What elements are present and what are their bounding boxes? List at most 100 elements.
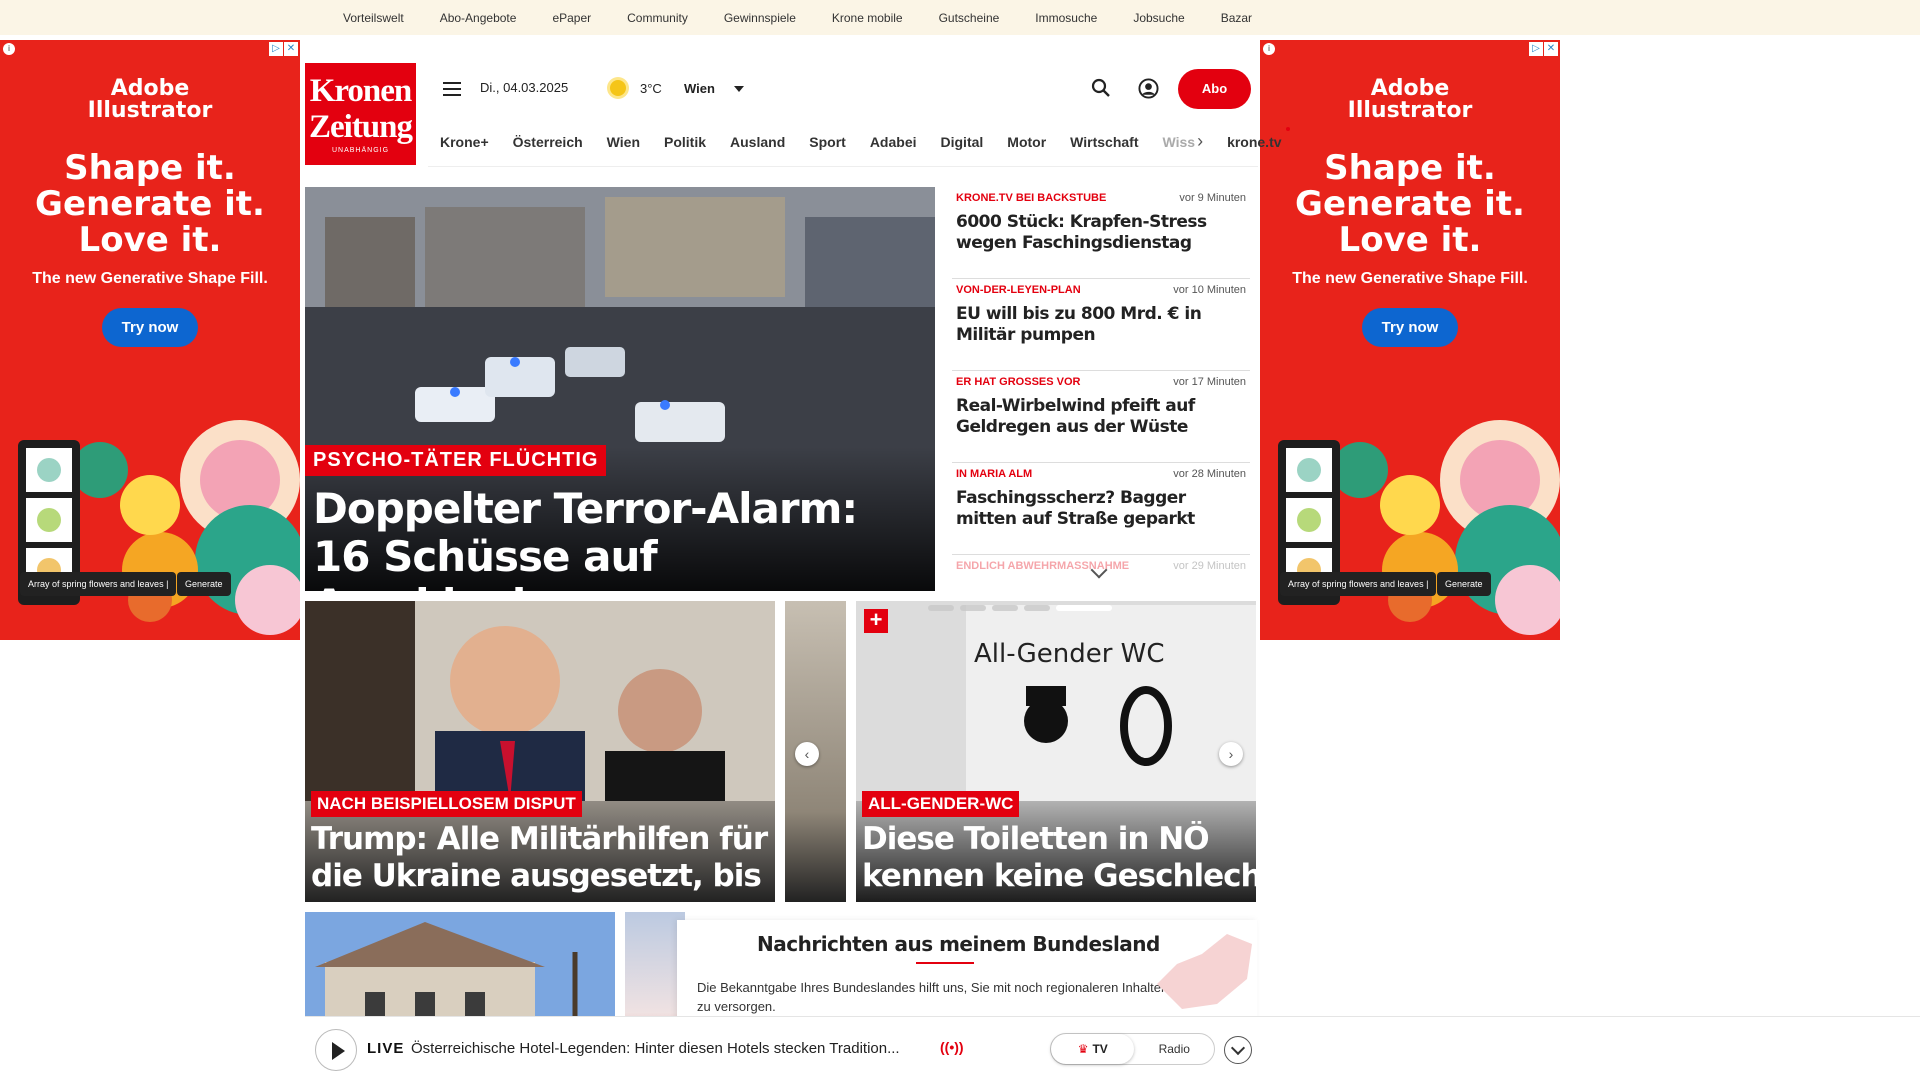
nav-item-krone-tv[interactable]: krone.tv [1227,126,1291,150]
krone-plus-badge: + [864,609,888,633]
ad-info-icon[interactable]: i [3,43,15,55]
ad-headline: Shape it. Generate it. Love it. [1295,148,1525,260]
card-kicker: ALL-GENDER-WC [862,791,1020,817]
card-kicker: NACH BEISPIELLOSEM DISPUT [311,791,582,817]
ad-close-icon[interactable]: ✕ [1544,42,1558,56]
adchoices[interactable]: ▷ ✕ [269,42,298,56]
topbar-link-abo-angebote[interactable]: Abo-Angebote [440,11,517,25]
topbar-link-krone-mobile[interactable]: Krone mobile [832,11,903,25]
nav-item-digital[interactable]: Digital [941,134,984,150]
topbar-link-jobsuche[interactable]: Jobsuche [1133,11,1184,25]
latest-news-list: KRONE.TV BEI BACKSTUBE vor 9 Minuten 6000… [952,187,1250,587]
hamburger-menu-icon[interactable] [443,82,461,96]
ad-info-icon[interactable]: i [1263,43,1275,55]
ad-try-now-button[interactable]: Try now [1361,308,1459,347]
adchoices-icon[interactable]: ▷ [269,42,283,56]
sun-weather-icon [610,80,626,96]
nav-item-krone-plus[interactable]: Krone+ [440,134,489,150]
list-item[interactable]: KRONE.TV BEI BACKSTUBE vor 9 Minuten 6000… [952,187,1250,279]
topbar-link-gutscheine[interactable]: Gutscheine [939,11,1000,25]
carousel-dot-active[interactable] [1056,605,1112,611]
play-icon[interactable] [315,1029,357,1071]
carousel-card-trump[interactable]: NACH BEISPIELLOSEM DISPUT Trump: Alle Mi… [305,601,775,902]
radio-option[interactable]: Radio [1134,1034,1214,1064]
hero-article[interactable]: PSYCHO-TÄTER FLÜCHTIG Doppelter Terror-A… [305,187,935,591]
adchoices-icon[interactable]: ▷ [1529,42,1543,56]
list-item[interactable]: VON-DER-LEYEN-PLAN vor 10 Minuten EU will… [952,279,1250,371]
carousel-dot[interactable] [928,605,954,611]
card-image [305,601,775,801]
list-item-title[interactable]: 6000 Stück: Krapfen-Stress wegen Faschin… [956,212,1246,254]
nav-item-politik[interactable]: Politik [664,134,706,150]
card-image [856,601,1256,801]
kronen-zeitung-logo[interactable]: Kronen Zeitung UNABHÄNGIG [305,63,416,165]
wc-sign-text: All-Gender WC [974,639,1165,669]
nav-item-motor[interactable]: Motor [1007,134,1046,150]
crown-icon: ♛ [1077,1042,1089,1056]
list-item-title[interactable]: Real-Wirbelwind pfeift auf Geldregen aus… [956,396,1246,438]
ad-right[interactable]: i ▷ ✕ Adobe Illustrator Shape it. Genera… [1260,40,1560,640]
player-title[interactable]: Österreichische Hotel-Legenden: Hinter d… [411,1040,931,1057]
top-bar: Vorteilswelt Abo-Angebote ePaper Communi… [0,0,1920,35]
carousel-dot[interactable] [1024,605,1050,611]
list-item[interactable]: IN MARIA ALM vor 28 Minuten Faschingssche… [952,463,1250,555]
adchoices[interactable]: ▷ ✕ [1529,42,1558,56]
bundesland-title: Nachrichten aus meinem Bundesland [757,932,1160,956]
abo-button[interactable]: Abo [1178,69,1251,109]
tv-option[interactable]: ♛ TV [1051,1034,1134,1064]
list-item[interactable]: ER HAT GROSSES VOR vor 17 Minuten Real-Wi… [952,371,1250,463]
topbar-link-epaper[interactable]: ePaper [552,11,591,25]
nav-item-wirtschaft[interactable]: Wirtschaft [1070,134,1138,150]
list-item-title[interactable]: EU will bis zu 800 Mrd. € in Militär pum… [956,304,1246,346]
ad-flowers-illustration [1278,420,1560,635]
carousel-dot[interactable] [960,605,986,611]
nav-item-adabei[interactable]: Adabei [870,134,917,150]
ad-close-icon[interactable]: ✕ [284,42,298,56]
ad-headline: Shape it. Generate it. Love it. [35,148,265,260]
nav-item-wissen[interactable]: Wiss [1163,134,1196,150]
carousel-next-icon[interactable]: › [1219,742,1243,766]
carousel-card-all-gender-wc[interactable]: All-Gender WC ALL-GENDER-WC Diese Toilet… [856,601,1256,902]
current-date: Di., 04.03.2025 [480,80,569,95]
ad-try-now-button[interactable]: Try now [101,308,199,347]
carousel-prev-icon[interactable]: ‹ [795,742,819,766]
topbar-link-immosuche[interactable]: Immosuche [1035,11,1097,25]
ad-generate-pill: Generate [177,572,231,596]
tv-radio-toggle[interactable]: ♛ TV Radio [1050,1033,1215,1065]
user-account-icon[interactable] [1138,78,1159,99]
nav-item-oesterreich[interactable]: Österreich [513,134,583,150]
carousel-dot[interactable] [992,605,1018,611]
chevron-down-icon[interactable] [1224,1036,1252,1064]
nav-item-sport[interactable]: Sport [809,134,846,150]
ad-subline: The new Generative Shape Fill. [32,270,268,287]
nav-scroll-right-icon[interactable]: › [1197,131,1203,152]
ad-brand: Adobe Illustrator [1347,76,1473,123]
hero-kicker: PSYCHO-TÄTER FLÜCHTIG [305,445,607,476]
ad-generate-pill: Generate [1437,572,1491,596]
ad-prompt-pill: Array of spring flowers and leaves | [1280,572,1437,596]
ad-flowers-illustration [18,420,300,635]
topbar-link-community[interactable]: Community [627,11,688,25]
card-title[interactable]: Diese Toiletten in NÖ kennen keine Gesch… [862,821,1256,895]
topbar-link-gewinnspiele[interactable]: Gewinnspiele [724,11,796,25]
chevron-down-icon[interactable] [734,86,744,92]
nav-item-wien[interactable]: Wien [607,134,640,150]
live-label: LIVE [367,1040,405,1057]
nav-item-ausland[interactable]: Ausland [730,134,785,150]
broadcast-icon: ((•)) [940,1039,964,1055]
main-nav: Krone+ Österreich Wien Politik Ausland S… [428,117,1291,167]
list-item-title[interactable]: Faschingsscherz? Bagger mitten auf Straß… [956,488,1246,530]
search-icon[interactable] [1091,78,1111,98]
carousel-pagination [928,605,1112,611]
bundesland-text: Die Bekanntgabe Ihres Bundeslandes hilft… [697,980,1169,1014]
temperature: 3°C [640,81,662,96]
city-selector[interactable]: Wien [684,81,715,96]
card-title[interactable]: Trump: Alle Militärhilfen für die Ukrain… [311,821,771,895]
live-player-bar: LIVE Österreichische Hotel-Legenden: Hin… [305,1016,1920,1080]
topbar-link-bazar[interactable]: Bazar [1221,11,1252,25]
hero-title[interactable]: Doppelter Terror-Alarm: 16 Schüsse auf A… [313,485,923,592]
ad-prompt-pill: Array of spring flowers and leaves | [20,572,177,596]
topbar-link-vorteilswelt[interactable]: Vorteilswelt [343,11,404,25]
ad-brand: Adobe Illustrator [87,76,213,123]
ad-left[interactable]: i ▷ ✕ Adobe Illustrator Shape it. Genera… [0,40,300,640]
